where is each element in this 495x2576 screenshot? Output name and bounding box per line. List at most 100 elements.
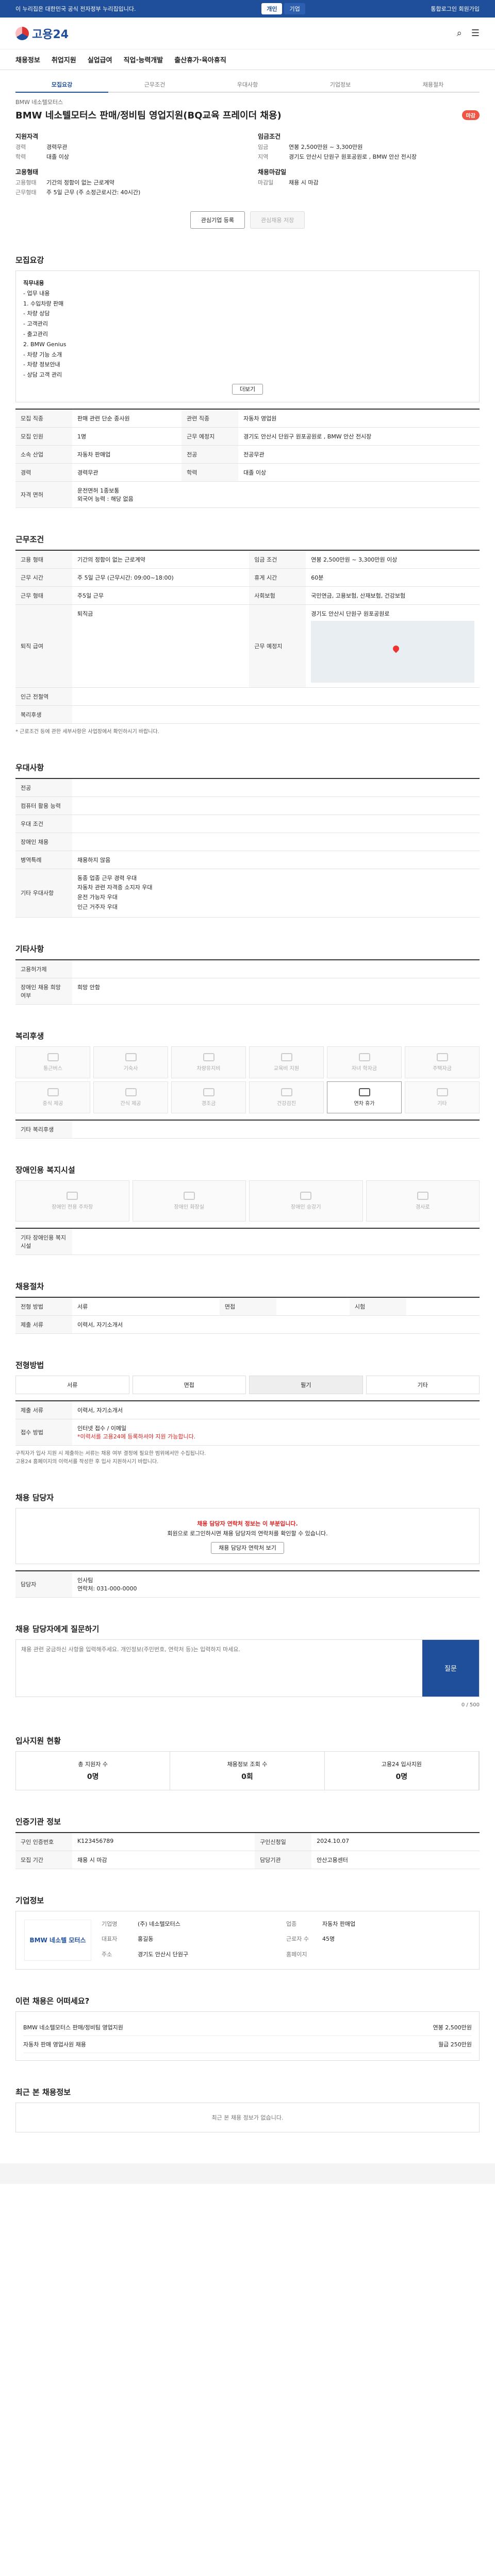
td: 희망 안함 [72,978,480,1005]
method-warn: *이력서를 고용24에 등록하셔야 지원 가능합니다. [77,1433,196,1440]
char-count: 0 / 500 [461,1702,480,1708]
child-icon [358,1053,370,1061]
kv-key: 경력 [15,144,26,150]
th: 근무 형태 [15,586,72,605]
tab-conditions[interactable]: 근무조건 [108,77,201,92]
company-section: 기업정보 BMW 네소텔 모터스 기업명 (주) 네소텔모터스 업종 자동차 판매업 … [15,1895,480,1970]
empty-state: 최근 본 채용 정보가 없습니다. [15,2102,480,2132]
other-section: 기타사항 고용허가제 장애인 채용 희망 여부 희망 안함 [15,943,480,1005]
language: 외국어 능력 : 해당 없음 [77,495,134,502]
disability-item: 장애인 전용 주차장 [15,1180,129,1222]
method-text: 인터넷 접수 / 이메일 [77,1425,127,1432]
kv-key: 근무형태 [15,189,37,196]
welfare-item: 경조금 [171,1081,246,1113]
ramp-icon [417,1191,428,1200]
status-badge: 마감 [461,110,480,120]
list-item[interactable]: 자동차 판매 영업사원 채용 월급 250만원 [23,2036,472,2053]
summary-career: 지원자격 경력 경력무관 학력 대졸 이상 [15,132,237,162]
table-row: 소속 산업 자동차 판매업 전공 전공무관 [15,445,480,464]
status-value: 0회 [241,1772,253,1781]
table-row: 모집 직종 판매 관련 단순 종사원 관련 직종 자동차 영업원 [15,409,480,428]
summary-label: 지원자격 [15,133,39,140]
gift-icon [203,1088,214,1096]
td: 자동차 판매업 [72,445,182,464]
disability-etc-table: 기타 장애인용 복지시설 [15,1227,480,1255]
table-row: 복리후생 [15,705,480,724]
section-title: 입사지원 현황 [15,1736,61,1745]
welfare-item: 통근버스 [15,1046,90,1078]
welfare-label: 통근버스 [43,1065,62,1072]
th: 기타 복리후생 [15,1120,72,1139]
kv-val: 채용 시 마감 [289,179,319,186]
disability-label: 장애인 전용 주차장 [52,1204,93,1210]
list-item[interactable]: BMW 네소텔모터스 판매/정비팀 영업지원 연봉 2,500만원 [23,2019,472,2036]
calendar-icon [358,1088,370,1096]
welfare-item: 차량유지비 [171,1046,246,1078]
td [72,959,480,978]
similar-list: BMW 네소텔모터스 판매/정비팀 영업지원 연봉 2,500만원 자동차 판매 … [15,2011,480,2061]
table-row: 고용 형태 기간의 정함이 없는 근로계약 임금 조건 연봉 2,500만원 ~ 3,… [15,550,480,569]
tab-pref[interactable]: 우대사항 [201,77,294,92]
status-label: 채용정보 조회 수 [227,1760,268,1768]
duty-line: - 업무 내용 [23,290,50,297]
welfare-label: 중식 제공 [42,1100,63,1107]
section-title: 근무조건 [15,534,44,544]
contact-button[interactable]: 채용 담당자 연락처 보기 [211,1542,284,1554]
td: 2024.10.07 [311,1832,480,1851]
info-val: 홍길동 [138,1936,154,1943]
tab-process[interactable]: 채용절차 [387,77,480,92]
elevator-icon [300,1191,312,1200]
search-icon[interactable]: ⌕ [457,28,462,39]
bookmark-button[interactable]: 관심채용 저장 [250,211,305,229]
th: 휴게 시간 [249,568,306,587]
meal-icon [47,1088,59,1096]
tab-recruit[interactable]: 모집요강 [15,77,108,93]
recruit-table: 모집 직종 판매 관련 단순 종사원 관련 직종 자동차 영업원 모집 인원 1명 근무 … [15,408,480,508]
th: 임금 조건 [249,550,306,569]
tab-company[interactable]: 기업정보 [294,77,387,92]
tab-personal[interactable]: 개인 [261,3,283,14]
info-val: 자동차 판매업 [322,1920,356,1927]
info-val: (주) 네소텔모터스 [138,1920,180,1927]
welfare-label: 기타 [437,1100,447,1107]
auth-links[interactable]: 통합로그인 회원가입 [431,5,480,13]
map[interactable] [311,620,474,683]
menu-icon[interactable]: ☰ [471,28,480,39]
info-val: 45명 [322,1936,335,1943]
nav-item-benefit[interactable]: 실업급여 [88,55,112,64]
welfare-label: 경조금 [201,1100,216,1107]
nav-item-jobs[interactable]: 채용정보 [15,55,40,64]
fav-company-button[interactable]: 관심기업 등록 [190,211,245,229]
info-key: 업종 [286,1920,297,1927]
kv-key: 지역 [258,154,269,160]
disability-label: 장애인 승강기 [291,1204,321,1210]
toilet-icon [183,1191,195,1200]
th: 모집 직종 [15,409,72,428]
method-item: 면접 [132,1375,246,1394]
th: 전공 [15,778,72,797]
nav-item-training[interactable]: 직업·능력개발 [124,55,163,64]
td: 1명 [72,427,182,446]
nav-item-leave[interactable]: 출산휴가·육아휴직 [174,55,226,64]
th: 장애인 채용 [15,833,72,851]
td [406,1297,480,1316]
kv-key: 학력 [15,154,26,160]
health-icon [280,1088,292,1096]
disability-label: 경사로 [415,1204,430,1210]
disability-section: 장애인용 복지시설 장애인 전용 주차장 장애인 화장실 장애인 승강기 경사로… [15,1164,480,1255]
th: 모집 기간 [15,1851,72,1869]
info-section: 인증기관 정보 구인 인증번호 K123456789 구인신청일 2024.10.07… [15,1816,480,1869]
tab-company[interactable]: 기업 [284,3,305,14]
section-tabs: 모집요강 근무조건 우대사항 기업정보 채용절차 [15,77,480,93]
section-title: 장애인용 복지시설 [15,1165,75,1175]
more-button[interactable]: 더보기 [232,383,263,395]
td: 퇴직금 [72,604,250,688]
th: 근무 시간 [15,568,72,587]
send-button[interactable]: 질문 [422,1639,479,1697]
nav-item-support[interactable]: 취업지원 [52,55,76,64]
question-input[interactable] [16,1639,422,1697]
recent-section: 최근 본 채용정보 최근 본 채용 정보가 없습니다. [15,2087,480,2132]
logo[interactable]: 고용24 [15,25,69,42]
duty-line: 2. BMW Genius [23,341,67,348]
welfare-item: 연차 휴가 [327,1081,402,1113]
